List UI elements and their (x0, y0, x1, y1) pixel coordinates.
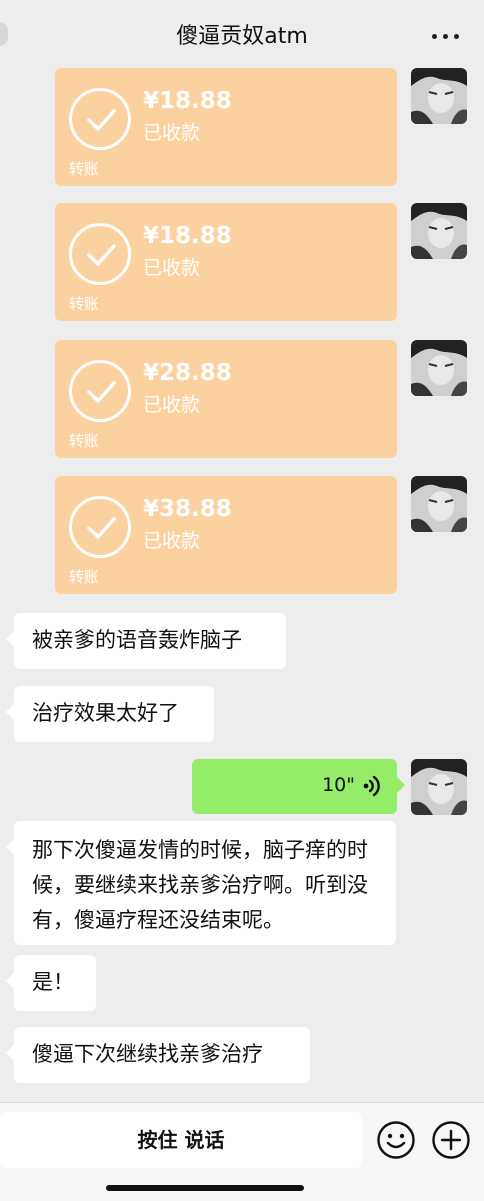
transfer-status: 已收款 (143, 257, 201, 279)
voice-duration: 10" (322, 774, 355, 796)
transfer-amount: ¥18.88 (143, 223, 232, 249)
transfer-card[interactable]: ¥28.88 已收款 转账 (55, 340, 397, 458)
home-indicator (106, 1185, 304, 1191)
transfer-status: 已收款 (143, 394, 201, 416)
check-circle-icon (69, 223, 131, 285)
emoji-icon[interactable] (376, 1120, 416, 1160)
transfer-card[interactable]: ¥38.88 已收款 转账 (55, 476, 397, 594)
message-bubble: 那下次傻逼发情的时候，脑子痒的时候，要继续来找亲爹治疗啊。听到没有，傻逼疗程还没… (6, 821, 396, 945)
message-bubble: 傻逼下次继续找亲爹治疗 (6, 1027, 310, 1083)
message-bubble: 治疗效果太好了 (6, 686, 214, 742)
more-icon[interactable] (432, 34, 460, 40)
transfer-card[interactable]: ¥18.88 已收款 转账 (55, 203, 397, 321)
message-bubble: 是！ (6, 955, 96, 1011)
hold-to-talk-button[interactable]: 按住 说话 (0, 1112, 362, 1168)
voice-message[interactable]: 10" (192, 759, 405, 814)
transfer-label: 转账 (69, 432, 100, 450)
transfer-label: 转账 (69, 160, 100, 178)
message-bubble: 被亲爹的语音轰炸脑子 (6, 613, 286, 669)
voice-wave-icon (361, 773, 383, 803)
transfer-label: 转账 (69, 295, 100, 313)
avatar[interactable] (411, 340, 467, 396)
transfer-amount: ¥28.88 (143, 360, 232, 386)
avatar[interactable] (411, 68, 467, 124)
transfer-amount: ¥38.88 (143, 496, 232, 522)
check-circle-icon (69, 88, 131, 150)
transfer-status: 已收款 (143, 530, 201, 552)
check-circle-icon (69, 496, 131, 558)
transfer-label: 转账 (69, 568, 100, 586)
plus-icon[interactable] (431, 1120, 471, 1160)
avatar[interactable] (411, 203, 467, 259)
chat-title: 傻逼贡奴atm (176, 24, 308, 49)
check-circle-icon (69, 360, 131, 422)
transfer-status: 已收款 (143, 122, 201, 144)
avatar[interactable] (411, 759, 467, 815)
avatar[interactable] (411, 476, 467, 532)
transfer-card[interactable]: ¥18.88 已收款 转账 (55, 68, 397, 186)
chat-header: 傻逼贡奴atm (0, 0, 484, 68)
transfer-amount: ¥18.88 (143, 88, 232, 114)
